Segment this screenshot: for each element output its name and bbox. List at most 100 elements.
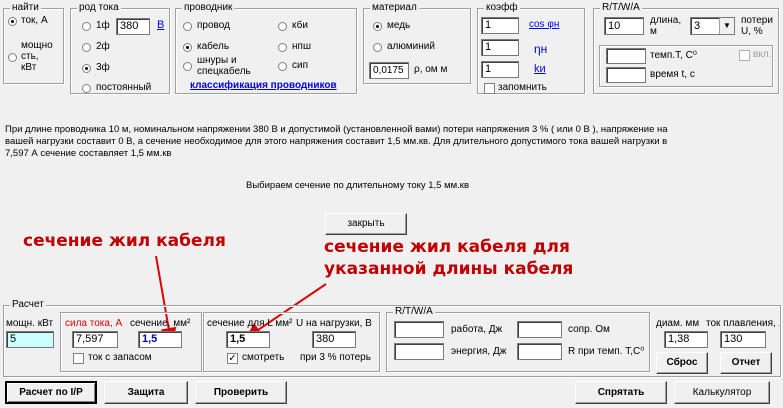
resist-temp-label: R при темп. T,С⁰ xyxy=(568,346,645,357)
find-power-label: мощно сть, кВт xyxy=(21,40,53,73)
remember-label: запомнить xyxy=(498,82,547,93)
loss-label: потери U, % xyxy=(741,15,773,37)
voltage-unit-link[interactable]: В xyxy=(157,19,164,31)
find-current-radio[interactable] xyxy=(8,17,17,26)
loss-dropdown-value: 3 xyxy=(694,20,701,32)
u-load-label: U на нагрузки, В xyxy=(296,318,372,329)
info-summary: Выбираем сечение по длительному току 1,5… xyxy=(246,180,470,191)
rtwa-bottom-label: R/T/W/A xyxy=(393,306,435,318)
reserve-checkbox[interactable] xyxy=(73,353,84,364)
melt-label: ток плавления, А xyxy=(706,318,779,329)
phase-2-radio[interactable] xyxy=(82,43,91,52)
diam-output[interactable]: 1,38 xyxy=(664,331,708,348)
find-power-radio[interactable] xyxy=(8,53,17,62)
power-label: мощн. кВт xyxy=(6,318,54,329)
check-button[interactable]: Проверить xyxy=(195,381,287,404)
watch-checkbox[interactable]: ✓ xyxy=(227,353,238,364)
phase-1-label: 1ф xyxy=(96,20,110,31)
watch-label: смотреть xyxy=(242,352,285,363)
material-copper-radio[interactable] xyxy=(373,22,382,31)
calc-group-label: Расчет xyxy=(10,299,46,311)
coeff-label: коэфф xyxy=(484,2,520,14)
conductor-kbi-radio[interactable] xyxy=(278,22,287,31)
k-usage-input[interactable]: 1 xyxy=(481,61,519,78)
loss-note: при 3 % потерь xyxy=(300,352,371,363)
find-current-label: ток, А xyxy=(21,15,48,26)
annotation-section-right-2: указанной длины кабеля xyxy=(324,259,574,279)
energy-label: энергия, Дж xyxy=(451,346,507,357)
material-aluminum-radio[interactable] xyxy=(373,43,382,52)
cos-phi-link[interactable]: cos φн xyxy=(529,19,559,30)
current-type-label: род тока xyxy=(77,2,121,14)
reserve-label: ток с запасом xyxy=(88,352,152,363)
k-usage-link[interactable]: kи xyxy=(534,63,546,75)
rtwa-top-label: R/T/W/A xyxy=(600,2,642,14)
conductor-cord-label: шнуры и спецкабель xyxy=(197,55,251,77)
protect-button[interactable]: Защита xyxy=(104,381,188,404)
conductor-wire-radio[interactable] xyxy=(183,22,192,31)
conductor-npsh-radio[interactable] xyxy=(278,43,287,52)
conductor-cord-radio[interactable] xyxy=(183,62,192,71)
remember-checkbox[interactable] xyxy=(484,83,495,94)
enable-checkbox[interactable] xyxy=(739,50,750,61)
material-aluminum-label: алюминий xyxy=(387,41,435,52)
length-input[interactable]: 10 xyxy=(604,17,644,35)
calculator-button[interactable]: Калькулятор xyxy=(674,381,770,404)
diam-label: диам. мм xyxy=(656,318,700,329)
conductor-sip-label: сип xyxy=(292,60,309,71)
annotation-section-right-1: сечение жил кабеля для xyxy=(324,237,570,257)
cos-phi-input[interactable]: 1 xyxy=(481,17,519,34)
time-input[interactable] xyxy=(606,67,646,83)
conductor-npsh-label: нпш xyxy=(292,41,311,52)
chevron-down-icon[interactable]: ▼ xyxy=(719,18,734,34)
temp-input[interactable] xyxy=(606,48,646,64)
current-output[interactable]: 7,597 xyxy=(72,331,118,348)
melt-output[interactable]: 130 xyxy=(720,331,766,348)
length-label: длина, м xyxy=(650,15,682,37)
resistivity-input[interactable]: 0,0175 xyxy=(369,62,409,79)
conductor-wire-label: провод xyxy=(197,20,230,31)
current-label: сила тока, А xyxy=(65,318,123,329)
hide-button[interactable]: Спрятать xyxy=(575,381,667,404)
find-group-label: найти xyxy=(10,2,41,14)
reset-button[interactable]: Сброс xyxy=(656,352,708,374)
phase-2-label: 2ф xyxy=(96,41,110,52)
close-button[interactable]: закрыть xyxy=(325,213,407,235)
phase-3-radio[interactable] xyxy=(82,64,91,73)
section-label: сечение, мм² xyxy=(130,318,191,329)
section-length-output[interactable]: 1,5 xyxy=(226,331,270,348)
voltage-input[interactable]: 380 xyxy=(116,18,150,35)
work-output[interactable] xyxy=(394,321,444,338)
conductor-kbi-label: кби xyxy=(292,20,308,31)
calc-ip-button[interactable]: Расчет по I/P xyxy=(5,381,97,404)
temp-label: темп.T, C⁰ xyxy=(650,50,697,61)
section-length-label: сечение для L мм² xyxy=(207,318,293,329)
work-label: работа, Дж xyxy=(451,324,503,335)
report-button[interactable]: Отчет xyxy=(720,352,772,374)
section-output[interactable]: 1,5 xyxy=(138,331,182,348)
conductor-label: проводник xyxy=(182,2,235,14)
resistivity-unit: ρ, ом м xyxy=(414,64,448,75)
resist-temp-output[interactable] xyxy=(517,343,562,360)
classification-link[interactable]: классификация проводников xyxy=(190,80,337,91)
energy-output[interactable] xyxy=(394,343,444,360)
info-paragraph: При длине проводника 10 м, номинальном н… xyxy=(5,124,668,159)
material-copper-label: медь xyxy=(387,20,411,31)
eta-input[interactable]: 1 xyxy=(481,39,519,56)
eta-link[interactable]: ηн xyxy=(534,42,547,56)
dc-radio[interactable] xyxy=(82,84,91,93)
phase-1-radio[interactable] xyxy=(82,22,91,31)
time-label: время t, c xyxy=(650,69,695,80)
enable-label: вкл. xyxy=(753,49,772,60)
conductor-sip-radio[interactable] xyxy=(278,62,287,71)
conductor-cable-radio[interactable] xyxy=(183,43,192,52)
material-label: материал xyxy=(370,2,419,14)
annotation-section-left: сечение жил кабеля xyxy=(23,231,226,251)
loss-dropdown[interactable]: 3 ▼ xyxy=(690,17,735,35)
conductor-cable-label: кабель xyxy=(197,41,230,52)
u-load-output[interactable]: 380 xyxy=(312,331,356,348)
resist-output[interactable] xyxy=(517,321,562,338)
power-input[interactable]: 5 xyxy=(6,331,54,348)
phase-3-label: 3ф xyxy=(96,62,110,73)
resist-label: сопр. Ом xyxy=(568,324,610,335)
